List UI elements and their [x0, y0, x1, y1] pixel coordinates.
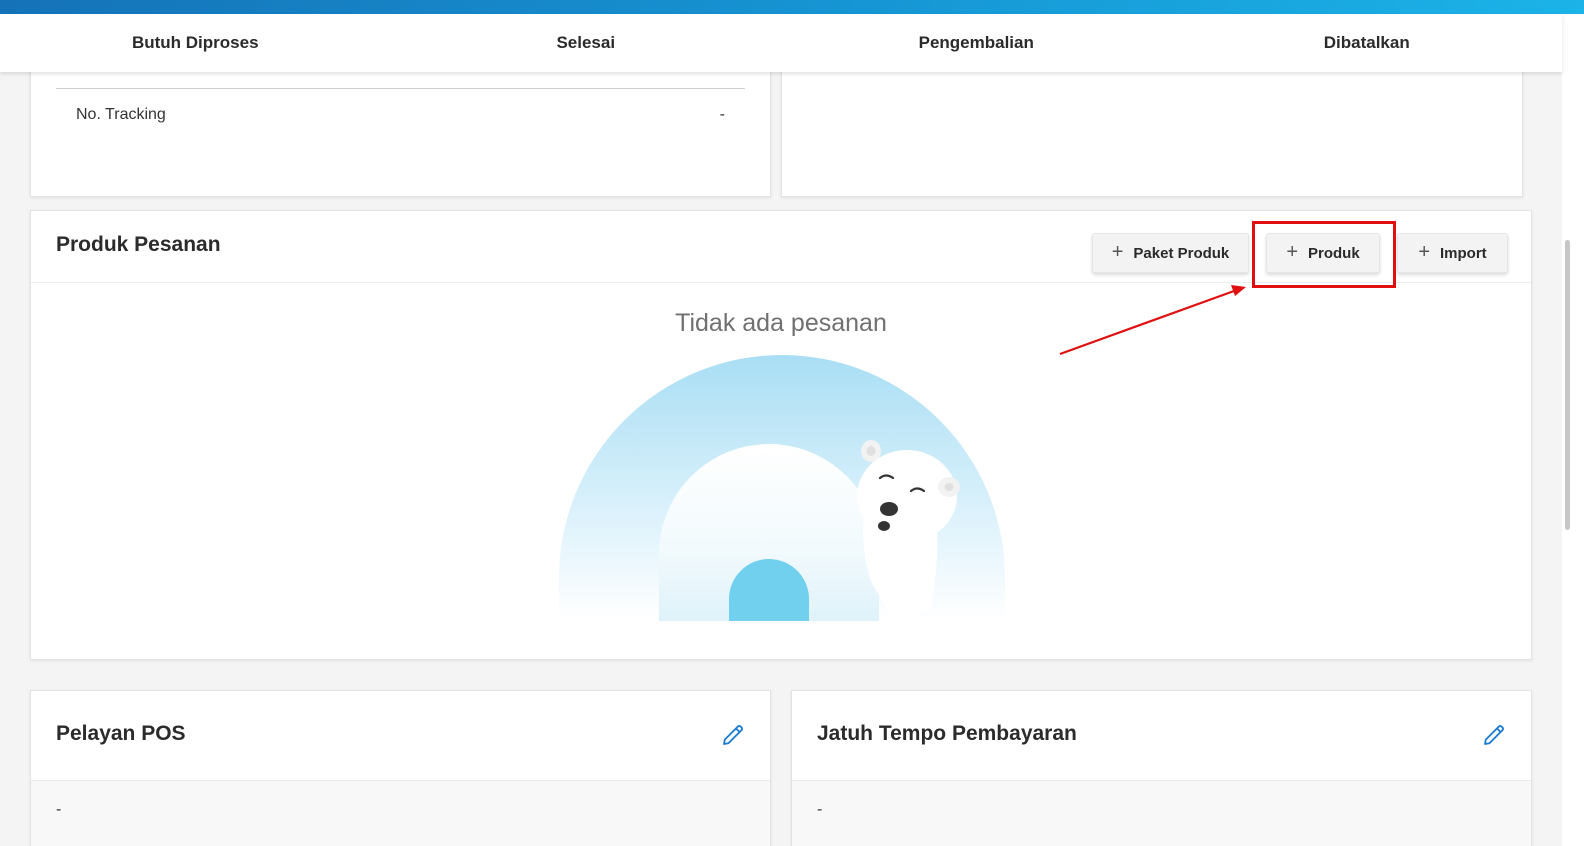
polar-bear-illustration — [559, 355, 1005, 621]
plus-icon: + — [1418, 241, 1430, 263]
import-button[interactable]: + Import — [1397, 233, 1508, 273]
pencil-icon[interactable] — [721, 723, 745, 752]
tracking-label: No. Tracking — [76, 106, 166, 123]
scrollbar-thumb[interactable] — [1565, 240, 1570, 530]
paket-produk-label: Paket Produk — [1133, 244, 1230, 262]
produk-pesanan-card: Produk Pesanan + Paket Produk + Produk +… — [30, 210, 1532, 660]
produk-label: Produk — [1308, 244, 1360, 262]
tracking-value: - — [719, 106, 725, 123]
tab-butuh-diproses[interactable]: Butuh Diproses — [0, 14, 391, 72]
pelayan-title: Pelayan POS — [56, 722, 186, 745]
shipping-info-card: No. Tracking - — [30, 60, 771, 197]
empty-message: Tidak ada pesanan — [675, 309, 887, 337]
tab-selesai[interactable]: Selesai — [391, 14, 782, 72]
add-produk-button[interactable]: + Produk — [1266, 233, 1380, 273]
jatuh-tempo-card: Jatuh Tempo Pembayaran - — [791, 690, 1532, 846]
annotation-arrow — [1059, 285, 1246, 356]
tab-pengembalian[interactable]: Pengembalian — [781, 14, 1172, 72]
import-label: Import — [1440, 244, 1487, 262]
jatuh-tempo-title: Jatuh Tempo Pembayaran — [817, 722, 1077, 745]
order-status-tabs: Butuh Diproses Selesai Pengembalian Diba… — [0, 14, 1562, 72]
produk-header: Produk Pesanan + Paket Produk + Produk +… — [31, 211, 1531, 288]
pelayan-value: - — [56, 801, 62, 818]
pelayan-body: - — [31, 780, 770, 846]
pelayan-pos-card: Pelayan POS - — [30, 690, 771, 846]
plus-icon: + — [1111, 241, 1124, 263]
pencil-icon[interactable] — [1482, 723, 1506, 752]
jatuh-tempo-value: - — [817, 801, 823, 818]
top-accent-bar — [0, 0, 1584, 14]
info-card-right — [781, 60, 1523, 197]
plus-icon: + — [1286, 241, 1298, 263]
tab-dibatalkan[interactable]: Dibatalkan — [1172, 14, 1563, 72]
jatuh-tempo-body: - — [792, 780, 1531, 846]
produk-title: Produk Pesanan — [56, 233, 221, 256]
divider — [56, 88, 745, 89]
